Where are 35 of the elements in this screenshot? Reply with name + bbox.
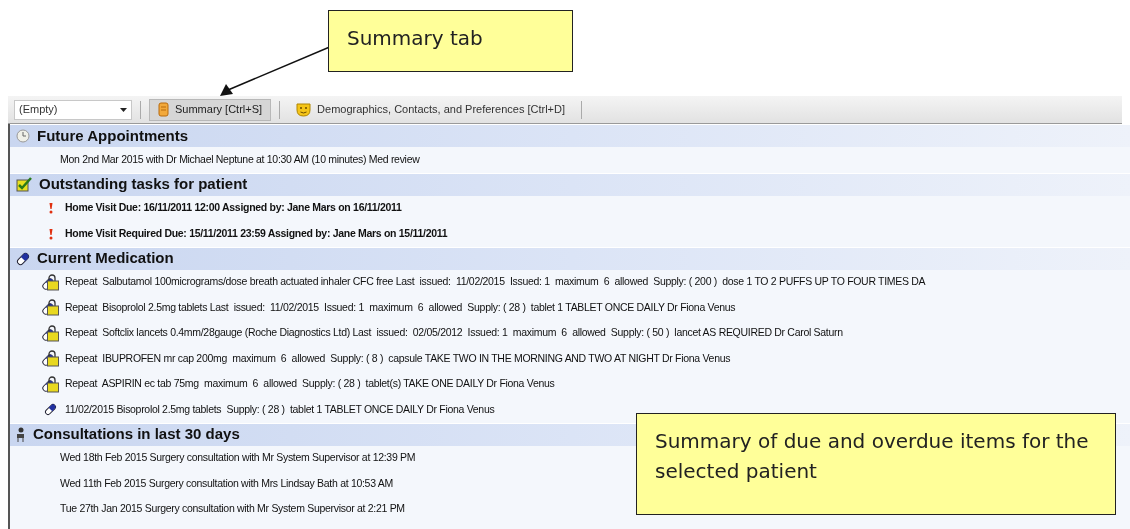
list-item-text: Home Visit Due: 16/11/2011 12:00 Assigned by: Jane Mars on 16/11/2011 — [65, 200, 402, 216]
section-header: Current Medication — [10, 246, 1130, 270]
list-item-text: Repeat IBUPROFEN mr cap 200mg maximum 6 allowed Supply: ( 8 ) capsule TAKE TWO IN THE MORNING AND TWO AT NIGHT Dr Fiona Venus — [65, 350, 731, 366]
pill-icon — [44, 403, 57, 417]
clock-icon — [16, 129, 30, 143]
tab[interactable]: Demographics, Contacts, and Preferences [Ctrl+D] — [288, 98, 574, 121]
padlock-pill-icon — [42, 350, 59, 368]
pill-icon — [16, 251, 30, 266]
padlock-pill-icon — [42, 299, 59, 317]
list-item-text: 11/02/2015 Bisoprolol 2.5mg tablets Supply: ( 28 ) tablet 1 TABLET ONCE DAILY Dr Fiona Venus — [65, 401, 495, 417]
list-item-text: Repeat Bisoprolol 2.5mg tablets Last issued: 11/02/2015 Issued: 1 maximum 6 allowed Supply: ( 28 ) tablet 1 TABLET ONCE DAILY Dr Fiona Venus — [65, 299, 736, 315]
section-header: Outstanding tasks for patient — [10, 172, 1130, 196]
notepad-icon — [158, 102, 169, 117]
person-chair-icon — [16, 426, 26, 443]
checkbox-tick-icon — [16, 177, 32, 192]
callout-note: Summary tab — [328, 10, 573, 72]
section-header: Future Appointments — [10, 124, 1130, 147]
list-item-text: Wed 18th Feb 2015 Surgery consultation with Mr System Supervisor at 12:39 PM — [60, 450, 416, 466]
exclamation-icon — [47, 227, 54, 240]
list-item-text: Tue 27th Jan 2015 Surgery consultation with Mr System Supervisor at 2:21 PM — [60, 501, 405, 517]
tab[interactable]: Summary [Ctrl+S] — [149, 98, 272, 121]
list-item-text: Repeat Salbutamol 100micrograms/dose breath actuated inhaler CFC free Last issued: 11/02/2015 Issued: 1 maximum 6 allowed Supply: ( 200 ) dose 1 TO 2 PUFFS UP TO FOUR TIMES DA — [65, 274, 926, 290]
callout-note: Summary of due and overdue items for the selected patient — [636, 413, 1116, 515]
padlock-pill-icon — [42, 375, 59, 393]
list-item-text: Repeat ASPIRIN ec tab 75mg maximum 6 allowed Supply: ( 28 ) tablet(s) TAKE ONE DAILY Dr Fiona Venus — [65, 376, 555, 392]
exclamation-icon — [47, 202, 54, 215]
padlock-pill-icon — [42, 273, 59, 291]
padlock-pill-icon — [42, 324, 59, 342]
list-item-text: Mon 2nd Mar 2015 with Dr Michael Neptune at 10:30 AM (10 minutes) Med review — [60, 151, 420, 167]
list-item-text: Wed 11th Feb 2015 Surgery consultation with Mrs Lindsay Bath at 10:53 AM — [60, 475, 393, 491]
caret-icon — [120, 107, 127, 112]
list-item-text: Repeat Softclix lancets 0.4mm/28gauge (Roche Diagnostics Ltd) Last issued: 02/05/2012 Issued: 1 maximum 6 allowed Supply: ( 50 ) lancet AS REQUIRED Dr Carol Saturn — [65, 325, 843, 341]
list-item-text: Home Visit Required Due: 15/11/2011 23:59 Assigned by: Jane Mars on 15/11/2011 — [65, 225, 448, 241]
mask-icon — [296, 102, 312, 117]
dropdown[interactable]: (Empty) — [14, 99, 132, 120]
